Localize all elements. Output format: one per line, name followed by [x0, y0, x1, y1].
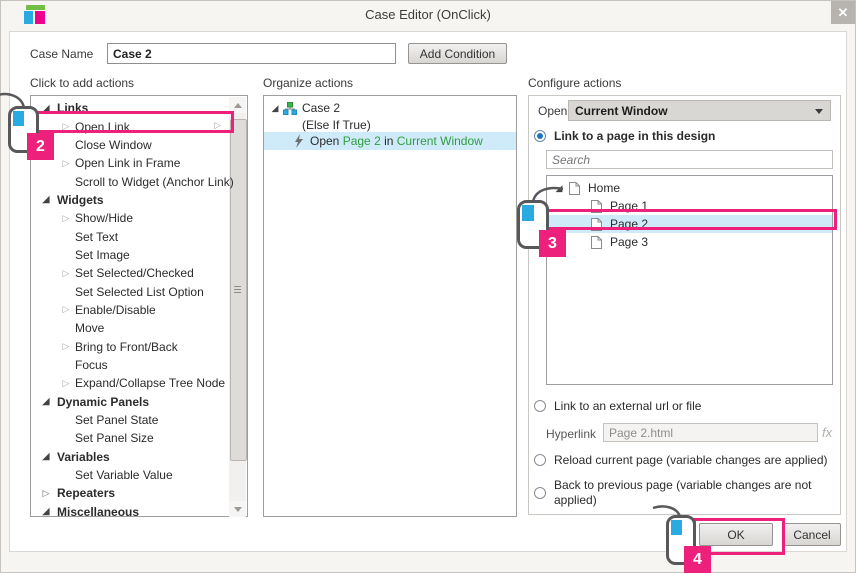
page-icon	[591, 236, 602, 249]
action-category-repeaters[interactable]: ▷Repeaters	[31, 484, 229, 502]
action-item-open-link-in-frame[interactable]: ▷Open Link in Frame	[31, 154, 229, 172]
middle-column-header: Organize actions	[263, 76, 353, 90]
action-row-selected[interactable]: Open Page 2 in Current Window	[264, 132, 516, 150]
action-item-move[interactable]: Move	[31, 319, 229, 337]
lightning-bolt-icon	[294, 134, 304, 148]
action-item-expand-collapse-tree-node[interactable]: ▷Expand/Collapse Tree Node	[31, 374, 229, 392]
page-icon	[569, 182, 580, 195]
action-item-show-hide[interactable]: ▷Show/Hide	[31, 209, 229, 227]
page-icon	[591, 218, 602, 231]
scrollbar-thumb[interactable]	[230, 119, 247, 461]
action-category-links[interactable]: ◢Links	[31, 99, 229, 117]
action-item-scroll-to-widget[interactable]: Scroll to Widget (Anchor Link)	[31, 172, 229, 190]
collapsed-icon[interactable]: ▷	[60, 304, 72, 315]
case-node[interactable]: ◢ Case 2	[264, 99, 516, 117]
action-category-variables[interactable]: ◢Variables	[31, 448, 229, 466]
radio-reload-page[interactable]: Reload current page (variable changes ar…	[534, 453, 828, 467]
action-item-set-image[interactable]: Set Image	[31, 246, 229, 264]
organize-list: ◢ Case 2 (Else If True) Open Page 2 in C…	[263, 95, 517, 517]
action-item-close-window[interactable]: Close Window	[31, 136, 229, 154]
action-item-set-panel-state[interactable]: Set Panel State	[31, 411, 229, 429]
action-item-enable-disable[interactable]: ▷Enable/Disable	[31, 301, 229, 319]
chevron-down-icon	[815, 109, 823, 114]
action-item-set-text[interactable]: Set Text	[31, 227, 229, 245]
scrollbar[interactable]	[229, 97, 246, 517]
hyperlink-input[interactable]	[603, 423, 818, 442]
ok-button[interactable]: OK	[699, 523, 773, 546]
app-logo-icon	[24, 5, 47, 24]
right-column-header: Configure actions	[528, 76, 621, 90]
action-item-set-variable-value[interactable]: Set Variable Value	[31, 466, 229, 484]
collapsed-icon[interactable]: ▷	[40, 488, 52, 499]
open-in-dropdown[interactable]: Current Window	[568, 100, 831, 121]
expanded-icon[interactable]: ◢	[40, 396, 52, 407]
case-condition: (Else If True)	[264, 117, 516, 132]
page-node-page2-selected[interactable]: Page 2	[547, 215, 832, 233]
search-input[interactable]	[546, 150, 833, 169]
action-tree: ◢Links ▷Open Link▷ Close Window ▷Open Li…	[31, 99, 229, 521]
action-item-set-panel-size[interactable]: Set Panel Size	[31, 429, 229, 447]
radio-unselected-icon[interactable]	[534, 400, 546, 412]
collapsed-icon[interactable]: ▷	[60, 213, 72, 224]
page-node-page3[interactable]: Page 3	[547, 233, 832, 251]
close-icon[interactable]: ✕	[831, 1, 855, 24]
hyperlink-label: Hyperlink	[546, 427, 596, 441]
add-condition-button[interactable]: Add Condition	[408, 43, 507, 64]
action-item-set-selected-checked[interactable]: ▷Set Selected/Checked	[31, 264, 229, 282]
radio-link-page[interactable]: Link to a page in this design	[534, 129, 715, 143]
expanded-icon[interactable]: ◢	[269, 103, 281, 114]
page-tree: ◢ Home Page 1 Page 2 Page 3	[546, 175, 833, 385]
collapsed-icon[interactable]: ▷	[60, 158, 72, 169]
collapsed-icon[interactable]: ▷	[60, 378, 72, 389]
action-text: Open Page 2 in Current Window	[310, 134, 483, 148]
expanded-icon[interactable]: ◢	[40, 451, 52, 462]
submenu-arrow-icon: ▷	[214, 120, 221, 131]
page-node-page1[interactable]: Page 1	[547, 197, 832, 215]
dialog-title: Case Editor (OnClick)	[0, 0, 856, 28]
action-category-miscellaneous[interactable]: ◢Miscellaneous	[31, 503, 229, 521]
action-category-widgets[interactable]: ◢Widgets	[31, 191, 229, 209]
action-item-focus[interactable]: Focus	[31, 356, 229, 374]
step-badge-2: 2	[27, 133, 54, 160]
action-item-open-link[interactable]: ▷Open Link▷	[31, 117, 229, 135]
radio-unselected-icon[interactable]	[534, 454, 546, 466]
cancel-button[interactable]: Cancel	[783, 523, 841, 546]
collapsed-icon[interactable]: ▷	[60, 341, 72, 352]
collapsed-icon[interactable]: ▷	[60, 121, 72, 132]
action-category-dynamic-panels[interactable]: ◢Dynamic Panels	[31, 393, 229, 411]
scroll-up-icon[interactable]	[229, 97, 246, 113]
action-item-bring-to-front-back[interactable]: ▷Bring to Front/Back	[31, 337, 229, 355]
case-icon	[283, 102, 297, 115]
collapsed-icon[interactable]: ▷	[60, 268, 72, 279]
page-node-home[interactable]: ◢ Home	[547, 179, 832, 197]
radio-unselected-icon[interactable]	[534, 487, 546, 499]
case-editor-dialog: Case Editor (OnClick) ✕ Case Name Add Co…	[0, 0, 856, 573]
case-name-input[interactable]	[107, 43, 396, 64]
case-node-label: Case 2	[302, 101, 340, 115]
radio-selected-icon[interactable]	[534, 130, 546, 142]
scroll-down-icon[interactable]	[229, 501, 246, 517]
page-icon	[591, 200, 602, 213]
expanded-icon[interactable]: ◢	[40, 506, 52, 517]
step-badge-3: 3	[539, 230, 566, 257]
action-item-set-selected-list-option[interactable]: Set Selected List Option	[31, 282, 229, 300]
case-name-label: Case Name	[30, 47, 93, 61]
step-badge-4: 4	[684, 546, 711, 573]
radio-external-url[interactable]: Link to an external url or file	[534, 399, 701, 413]
expanded-icon[interactable]: ◢	[40, 194, 52, 205]
fx-icon[interactable]: fx	[822, 425, 832, 440]
